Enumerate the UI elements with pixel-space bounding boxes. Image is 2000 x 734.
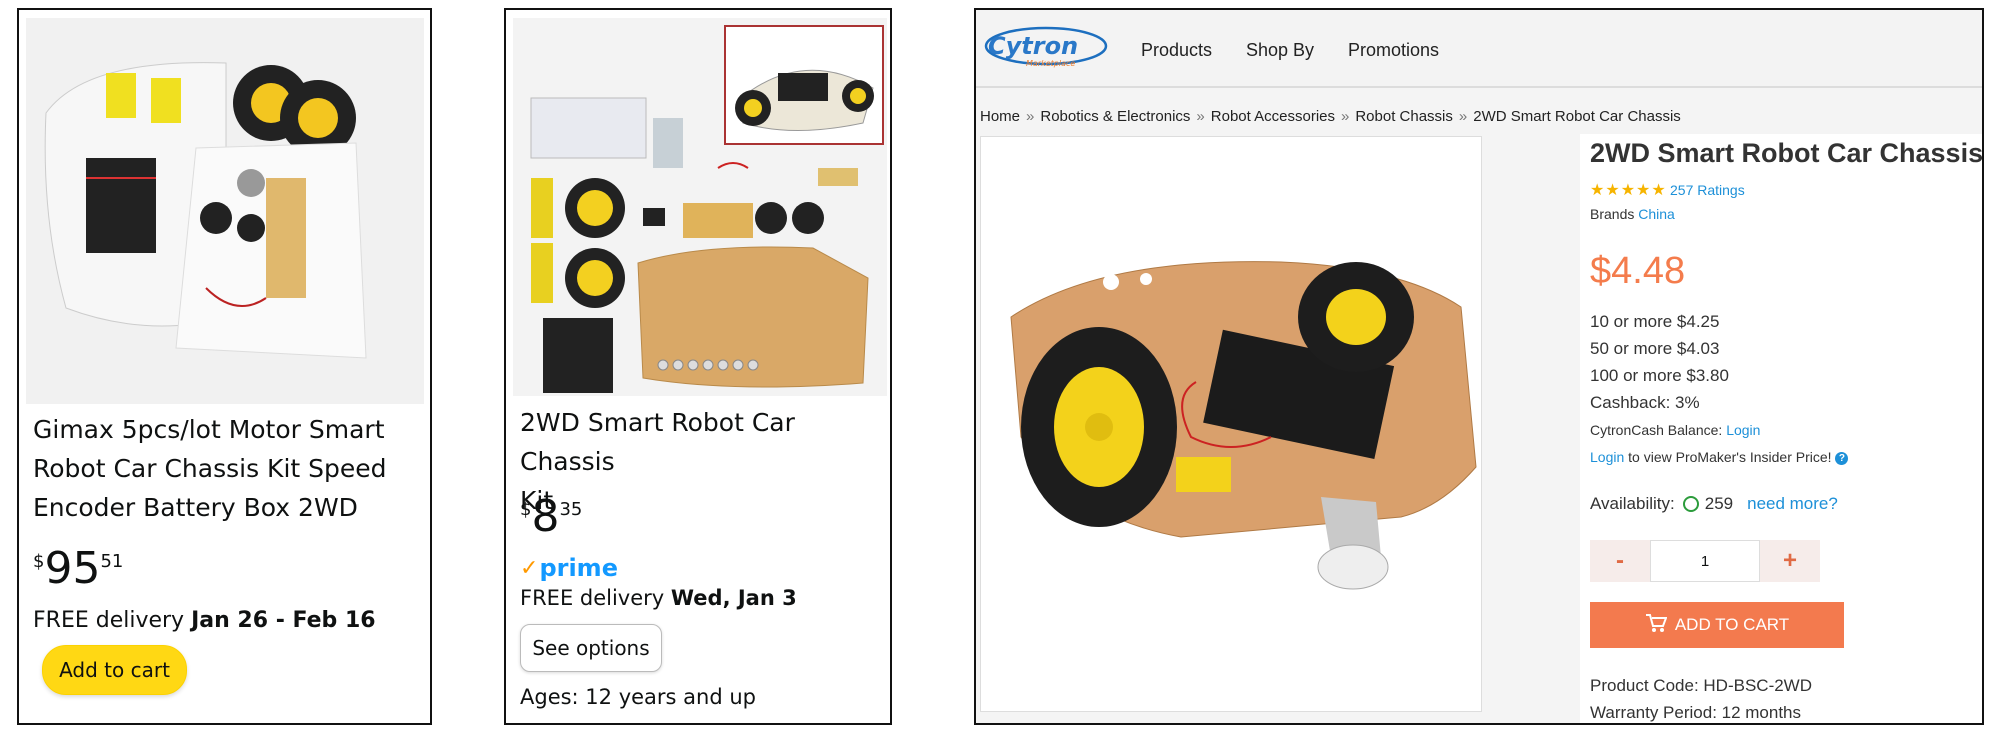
product-image[interactable] xyxy=(26,18,424,404)
product-main-image[interactable] xyxy=(980,136,1482,712)
prime-check-icon: ✓ xyxy=(520,555,539,581)
login-link[interactable]: Login xyxy=(1726,422,1760,438)
breadcrumb-accessories[interactable]: Robot Accessories xyxy=(1211,108,1335,125)
breadcrumb-home[interactable]: Home xyxy=(980,108,1020,125)
product-title: 2WD Smart Robot Car Chassis xyxy=(1590,138,1984,168)
need-more-link[interactable]: need more? xyxy=(1747,494,1838,514)
breadcrumb-current: 2WD Smart Robot Car Chassis xyxy=(1473,108,1681,125)
warranty-period: Warranty Period: 12 months xyxy=(1590,703,1802,722)
product-body: Home» Robotics & Electronics» Robot Access… xyxy=(976,88,1984,723)
availability: Availability: 259 need more? xyxy=(1590,494,1838,514)
breadcrumb-chassis[interactable]: Robot Chassis xyxy=(1355,108,1453,125)
tier-price-50: 50 or more $4.03 xyxy=(1590,339,1720,358)
svg-text:Marketplace: Marketplace xyxy=(1026,59,1075,68)
chassis-kit-parts-image xyxy=(513,18,887,396)
tier-price-100: 100 or more $3.80 xyxy=(1590,366,1729,385)
site-header: Cytron Marketplace Products Shop By Prom… xyxy=(976,10,1982,88)
robot-car-chassis-image xyxy=(981,137,1481,711)
cytroncash-row: CytronCash Balance: Login xyxy=(1590,422,1761,438)
nav-products[interactable]: Products xyxy=(1141,40,1212,61)
stock-circle-icon xyxy=(1682,496,1699,512)
cytron-product-page: Cytron Marketplace Products Shop By Prom… xyxy=(974,8,1984,725)
qty-minus-button[interactable]: - xyxy=(1590,540,1650,582)
nav-promotions[interactable]: Promotions xyxy=(1348,40,1439,61)
cashback: Cashback: 3% xyxy=(1590,393,1700,412)
age-recommendation: Ages: 12 years and up xyxy=(520,685,756,709)
product-price: $835 xyxy=(520,491,583,542)
nav-shop-by[interactable]: Shop By xyxy=(1246,40,1314,61)
product-info-panel: 2WD Smart Robot Car Chassis ★★★★★ 257 Ra… xyxy=(1580,134,1984,723)
product-card-gimax[interactable]: Gimax 5pcs/lot Motor Smart Robot Car Cha… xyxy=(17,8,432,725)
rating-stars-icon: ★★★★★ xyxy=(1590,182,1667,199)
cytron-logo[interactable]: Cytron Marketplace xyxy=(982,24,1110,70)
breadcrumb: Home» Robotics & Electronics» Robot Access… xyxy=(980,108,1681,125)
product-title[interactable]: Gimax 5pcs/lot Motor Smart Robot Car Cha… xyxy=(33,410,387,527)
brand-row: Brands China xyxy=(1590,206,1675,222)
product-card-2wd-kit[interactable]: 2WD Smart Robot Car Chassis Kit $835 ✓ pr… xyxy=(504,8,892,725)
tier-price-10: 10 or more $4.25 xyxy=(1590,312,1720,331)
quantity-stepper: - 1 + xyxy=(1590,540,1820,582)
add-to-cart-button[interactable]: ADD TO CART xyxy=(1590,602,1844,648)
product-price: $9551 xyxy=(33,543,124,594)
qty-input[interactable]: 1 xyxy=(1650,540,1760,582)
qty-plus-button[interactable]: + xyxy=(1760,540,1820,582)
product-image[interactable] xyxy=(513,18,887,396)
help-icon[interactable]: ? xyxy=(1835,451,1849,465)
breadcrumb-robotics[interactable]: Robotics & Electronics xyxy=(1040,108,1190,125)
delivery-info: FREE delivery Jan 26 - Feb 16 xyxy=(33,608,376,633)
login-link-insider[interactable]: Login xyxy=(1590,449,1624,465)
brand-link[interactable]: China xyxy=(1638,206,1675,222)
product-code: Product Code: HD-BSC-2WD xyxy=(1590,676,1813,695)
add-to-cart-button[interactable]: Add to cart xyxy=(42,645,187,695)
svg-text:Cytron: Cytron xyxy=(988,32,1078,60)
insider-price-row: Login to view ProMaker's Insider Price! … xyxy=(1590,449,1849,465)
ratings-link[interactable]: 257 Ratings xyxy=(1670,182,1745,198)
product-price: $4.48 xyxy=(1590,250,1686,292)
delivery-info: FREE delivery Wed, Jan 3 xyxy=(520,586,797,610)
robot-kit-parts-image xyxy=(26,18,424,404)
see-options-button[interactable]: See options xyxy=(520,624,662,672)
cart-icon xyxy=(1645,613,1668,638)
prime-badge: ✓ prime xyxy=(520,554,618,582)
